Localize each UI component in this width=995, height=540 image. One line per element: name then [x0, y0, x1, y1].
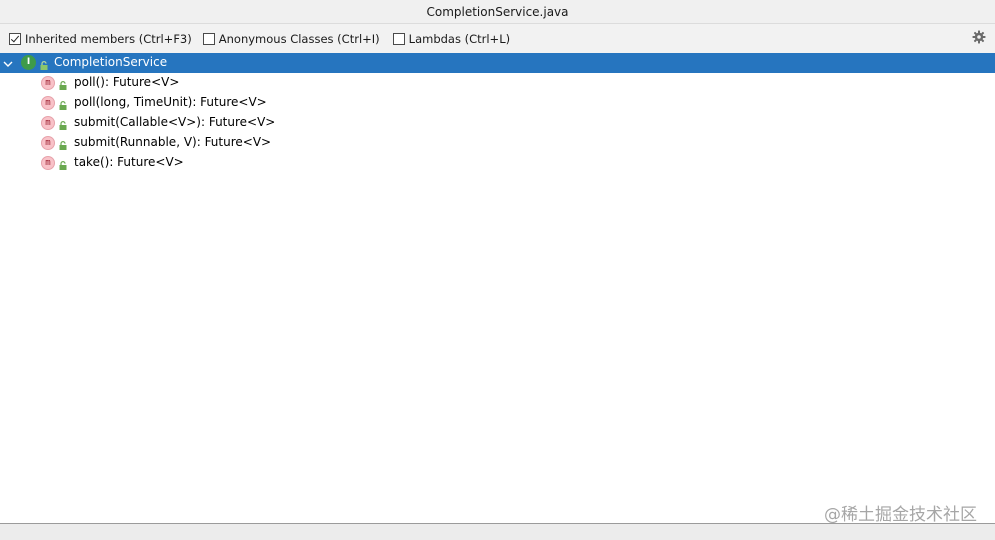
lock-icon: [59, 139, 67, 150]
anonymous-classes-checkbox[interactable]: [202, 32, 215, 45]
lambdas-label: Lambdas (Ctrl+L): [408, 31, 511, 46]
anonymous-classes-toggle[interactable]: Anonymous Classes (Ctrl+I): [202, 29, 380, 49]
tree-row-method[interactable]: m submit(Callable<V>): Future<V>: [0, 113, 995, 133]
method-label: submit(Callable<V>): Future<V>: [74, 115, 276, 129]
method-icon: m: [41, 96, 55, 110]
tree-root-label: CompletionService: [54, 55, 168, 69]
method-label: poll(long, TimeUnit): Future<V>: [74, 95, 267, 109]
method-label: submit(Runnable, V): Future<V>: [74, 135, 272, 149]
method-label: take(): Future<V>: [74, 155, 184, 169]
lambdas-checkbox[interactable]: [392, 32, 405, 45]
lock-icon: [59, 79, 67, 90]
title-bar: CompletionService.java: [0, 0, 995, 24]
watermark-text: @稀土掘金技术社区: [824, 505, 977, 525]
lock-icon: [59, 119, 67, 130]
gear-icon[interactable]: [971, 29, 987, 45]
method-icon: m: [41, 76, 55, 90]
inherited-members-toggle[interactable]: Inherited members (Ctrl+F3): [9, 29, 192, 49]
lambdas-toggle[interactable]: Lambdas (Ctrl+L): [392, 29, 511, 49]
lock-icon: [59, 99, 67, 110]
tree-row-method[interactable]: m poll(): Future<V>: [0, 73, 995, 93]
structure-tree: I CompletionService m poll(): Future<V> …: [0, 53, 995, 523]
tree-row-method[interactable]: m poll(long, TimeUnit): Future<V>: [0, 93, 995, 113]
structure-popup: CompletionService.java Inherited members…: [0, 0, 995, 540]
interface-icon: I: [21, 55, 36, 70]
tree-row-method[interactable]: m submit(Runnable, V): Future<V>: [0, 133, 995, 153]
tree-row-method[interactable]: m take(): Future<V>: [0, 153, 995, 173]
method-icon: m: [41, 156, 55, 170]
tree-root-completion-service[interactable]: I CompletionService: [0, 53, 995, 73]
lock-icon: [59, 159, 67, 170]
inherited-members-label: Inherited members (Ctrl+F3): [25, 31, 192, 46]
window-title: CompletionService.java: [426, 4, 569, 19]
inherited-members-checkbox[interactable]: [9, 32, 21, 45]
method-label: poll(): Future<V>: [74, 75, 180, 89]
lock-icon: [40, 59, 48, 70]
chevron-down-icon[interactable]: [3, 58, 13, 68]
method-icon: m: [41, 136, 55, 150]
filter-toolbar: Inherited members (Ctrl+F3) Anonymous Cl…: [0, 24, 995, 53]
method-icon: m: [41, 116, 55, 130]
anonymous-classes-label: Anonymous Classes (Ctrl+I): [218, 31, 380, 46]
status-bar: [0, 524, 995, 540]
